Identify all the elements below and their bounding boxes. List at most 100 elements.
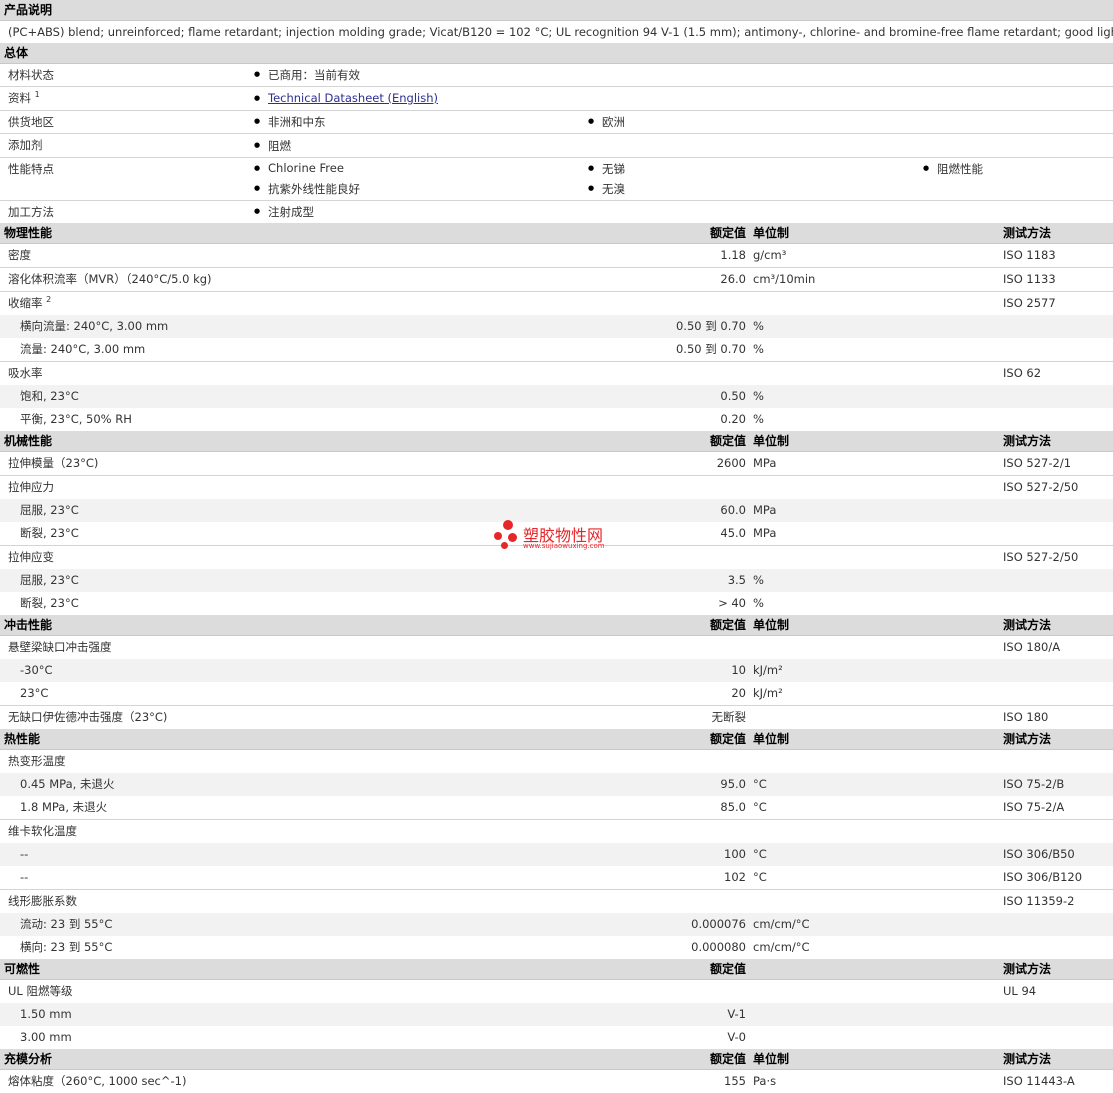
section-title: 机械性能 [4,434,53,448]
general-label: 添加剂 [8,138,43,152]
footnote-marker: 1 [34,90,40,100]
property-test-method: ISO 1183 [1003,248,1056,262]
header-test-method: 测试方法 [1003,962,1052,976]
property-row: 横向: 23 到 55°C 0.000080 cm/cm/°C [0,936,1113,959]
property-name: 23°C [20,686,49,700]
header-test-method: 测试方法 [1003,226,1052,240]
property-row: 溶化体积流率（MVR）（240°C/5.0 kg) 26.0 cm³/10min IS… [0,267,1113,291]
property-value: 20 [731,686,746,700]
section-header-physical: 物理性能 额定值 单位制 测试方法 [0,223,1113,244]
section-header-flammability: 可燃性 额定值 测试方法 [0,959,1113,980]
property-value: 0.20 [720,412,746,426]
property-unit: °C [753,777,767,791]
property-name: 拉伸应变 [8,550,54,564]
property-name: 横向流量: 240°C, 3.00 mm [20,319,169,333]
general-value: Chlorine Free [254,161,344,175]
general-label: 供货地区 [8,115,54,129]
product-description: (PC+ABS) blend; unreinforced; flame reta… [8,25,1113,39]
property-value: 102 [724,870,746,884]
property-name: 无缺口伊佐德冲击强度（23°C) [8,710,168,724]
property-value: V-1 [727,1007,746,1021]
property-row: 横向流量: 240°C, 3.00 mm 0.50 到 0.70% [0,315,1113,338]
property-unit: kJ/m² [753,663,783,677]
property-value: 3.5 [727,573,746,587]
property-test-method: ISO 527-2/50 [1003,550,1079,564]
property-row: 吸水率 ISO 62 [0,361,1113,385]
general-value: 无锑 [588,161,625,177]
property-row: 拉伸应力 ISO 527-2/50 [0,475,1113,499]
property-row: 无缺口伊佐德冲击强度（23°C) 无断裂 ISO 180 [0,705,1113,729]
section-title: 热性能 [4,732,41,746]
property-row: 饱和, 23°C 0.50% [0,385,1113,408]
property-test-method: ISO 62 [1003,366,1042,380]
property-unit: kJ/m² [753,686,783,700]
property-row: 屈服, 23°C 3.5% [0,569,1113,592]
property-value: 0.000080 [691,940,746,954]
property-row: 1.8 MPa, 未退火 85.0 °C ISO 75-2/A [0,796,1113,819]
property-unit: % [753,389,764,403]
property-unit: g/cm³ [753,248,787,262]
datasheet-link[interactable]: Technical Datasheet (English) [268,91,438,105]
property-unit: °C [753,800,767,814]
property-value: 无断裂 [711,710,747,724]
header-value: 额定值 [709,1052,746,1066]
property-test-method: ISO 11443-A [1003,1074,1075,1088]
general-label: 性能特点 [8,162,54,176]
header-test-method: 测试方法 [1003,1052,1052,1066]
general-row-literature: 资料 1 Technical Datasheet (English) [0,87,1113,111]
property-name: 溶化体积流率（MVR）（240°C/5.0 kg) [8,272,212,286]
header-unit: 单位制 [753,732,790,746]
property-value: 26.0 [720,272,746,286]
property-unit: MPa [753,503,777,517]
section-title: 物理性能 [4,226,53,240]
property-value: 0.50 到 0.70 [675,319,746,333]
property-name-text: 收缩率 [8,296,43,310]
property-unit: cm/cm/°C [753,917,810,931]
section-header-mechanical: 机械性能 额定值 单位制 测试方法 [0,431,1113,452]
section-title: 产品说明 [4,3,53,17]
property-name: 拉伸模量（23°C) [8,456,99,470]
general-value: 注射成型 [254,204,314,220]
property-unit: Pa·s [753,1074,777,1088]
general-row-features: 性能特点 Chlorine Free 无锑 阻燃性能 抗紫外线性能良好 无溴 [0,158,1113,201]
property-name: 饱和, 23°C [20,389,79,403]
property-name: -30°C [20,663,53,677]
header-value: 额定值 [709,732,746,746]
property-value: 0.50 [720,389,746,403]
property-value: 60.0 [720,503,746,517]
property-value: 2600 [716,456,746,470]
property-row: 密度 1.18 g/cm³ ISO 1183 [0,244,1113,267]
property-row: 1.50 mm V-1 [0,1003,1113,1026]
property-name: -- [20,847,29,861]
property-name: 流量: 240°C, 3.00 mm [20,342,146,356]
section-header-thermal: 热性能 额定值 单位制 测试方法 [0,729,1113,750]
property-unit: % [753,319,764,333]
footnote-marker: 2 [46,295,52,305]
general-value: 阻燃 [254,138,291,154]
section-header-filling: 充模分析 额定值 单位制 测试方法 [0,1049,1113,1070]
header-test-method: 测试方法 [1003,732,1052,746]
property-name: 密度 [8,248,31,262]
general-label-text: 资料 [8,91,31,105]
property-value: 0.000076 [691,917,746,931]
property-value: V-0 [727,1030,746,1044]
property-value: 95.0 [720,777,746,791]
section-title: 充模分析 [4,1052,53,1066]
general-label: 资料 1 [8,90,40,106]
property-name: 屈服, 23°C [20,573,79,587]
property-unit: °C [753,870,767,884]
general-label: 材料状态 [8,68,54,82]
property-test-method: ISO 527-2/1 [1003,456,1072,470]
property-row: 平衡, 23°C, 50% RH 0.20% [0,408,1113,431]
property-name: 0.45 MPa, 未退火 [20,777,115,791]
property-name: 收缩率 2 [8,292,51,315]
property-row: 23°C 20 kJ/m² [0,682,1113,705]
header-unit: 单位制 [753,618,790,632]
property-name: 屈服, 23°C [20,503,79,517]
property-row: -30°C 10 kJ/m² [0,659,1113,682]
general-value: 抗紫外线性能良好 [254,181,360,197]
property-unit: °C [753,847,767,861]
property-row: -- 102 °C ISO 306/B120 [0,866,1113,889]
property-name: 平衡, 23°C, 50% RH [20,412,132,426]
property-unit: % [753,596,764,610]
